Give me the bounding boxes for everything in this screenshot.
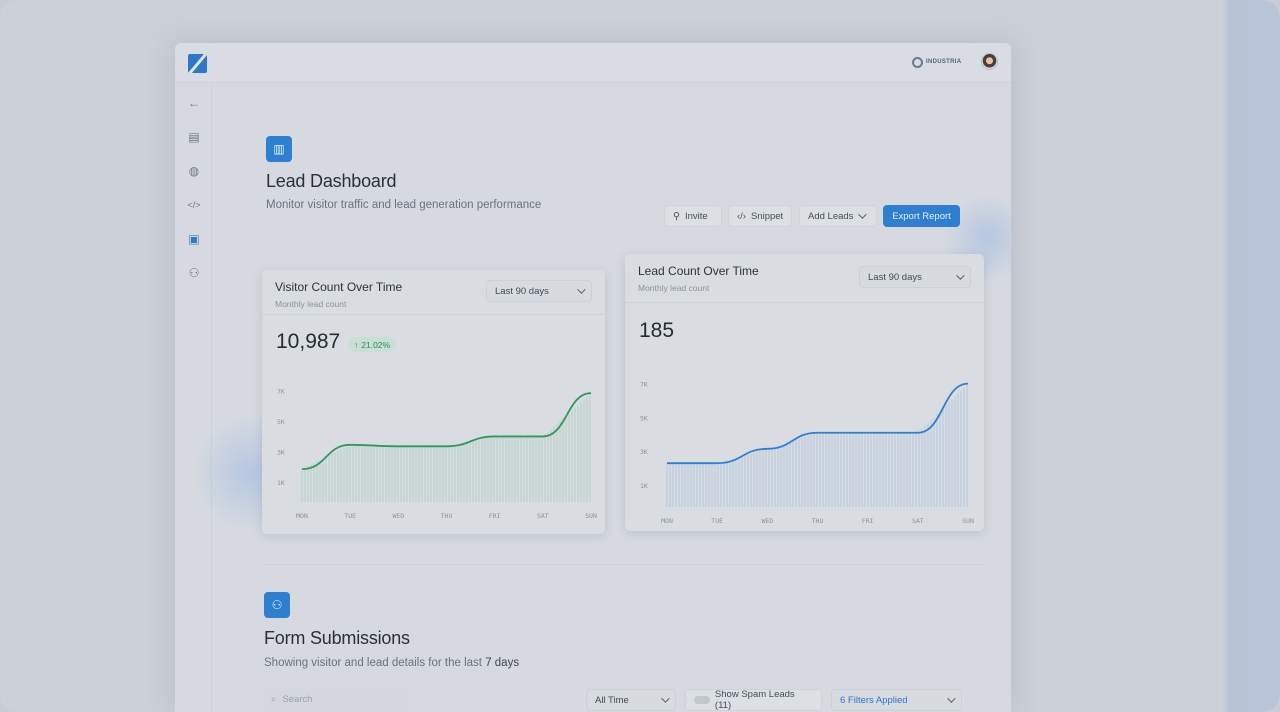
change-value: 21.02% (361, 339, 391, 350)
dashboard-icon: ▥ (266, 136, 292, 162)
time-filter-value: All Time (595, 694, 629, 706)
filters-select[interactable]: 6 Filters Applied (831, 689, 962, 711)
arrow-up-icon: ↑ (354, 339, 359, 350)
x-tick-label: SAT (912, 517, 924, 525)
brand-logo: INDUSTRIA (912, 55, 961, 69)
x-tick-label: THU (812, 517, 824, 525)
add-user-icon: ⚇ (264, 592, 290, 618)
visitor-total: 10,987 (276, 330, 341, 353)
x-tick-label: TUE (344, 512, 356, 520)
visitor-chart: 7K 5K 3K 1K MON TUE WED THU FRI SAT SUN (277, 388, 597, 520)
brand-mark-icon (912, 56, 923, 68)
brand-name: INDUSTRIA (926, 59, 962, 65)
x-tick-label: SUN (585, 512, 597, 520)
x-tick-label: MON (661, 517, 673, 525)
screen-backdrop: INDUSTRIA ← ▤ ◍ </> ▣ ⚇ ▥ Lead Dashboard… (0, 0, 1280, 712)
range-select[interactable]: Last 90 days (486, 280, 592, 302)
page-title: Lead Dashboard (266, 171, 397, 191)
x-tick-label: TUE (711, 517, 723, 525)
x-tick-label: WED (761, 517, 773, 525)
export-report-button[interactable]: Export Report (883, 205, 960, 227)
chevron-down-icon (858, 210, 868, 219)
add-leads-button[interactable]: Add Leads (799, 205, 877, 227)
forms-subtitle-period: 7 days (485, 657, 520, 669)
chevron-down-icon (956, 271, 965, 280)
table-icon[interactable]: ▤ (187, 130, 201, 144)
search-input[interactable]: ⌕ Search (264, 687, 408, 711)
range-value: Last 90 days (868, 271, 922, 283)
x-tick-label: FRI (862, 517, 874, 525)
presentation-icon[interactable]: ▣ (187, 232, 201, 246)
y-tick-label: 3K (640, 448, 648, 456)
search-icon: ⌕ (271, 693, 277, 705)
code-icon: ‹/› (737, 210, 746, 222)
main-content: ▥ Lead Dashboard Monitor visitor traffic… (192, 83, 1011, 712)
card-subtitle: Monthly lead count (638, 283, 710, 293)
y-tick-label: 1K (640, 482, 648, 490)
top-bar: INDUSTRIA (175, 43, 1011, 83)
x-tick-label: WED (392, 512, 404, 520)
x-tick-label: FRI (489, 512, 501, 520)
y-tick-label: 7K (277, 388, 285, 396)
app-window: INDUSTRIA ← ▤ ◍ </> ▣ ⚇ ▥ Lead Dashboard… (175, 43, 1011, 712)
y-tick-label: 3K (277, 448, 285, 456)
lead-count-card: Lead Count Over Time Monthly lead count … (625, 254, 984, 531)
y-tick-label: 7K (640, 380, 648, 388)
range-select[interactable]: Last 90 days (859, 266, 971, 288)
add-leads-label: Add Leads (808, 210, 854, 222)
back-icon[interactable]: ← (187, 96, 201, 110)
range-value: Last 90 days (495, 285, 549, 297)
change-badge: ↑ 21.02% (348, 337, 397, 352)
avatar[interactable] (981, 53, 998, 70)
divider (262, 314, 605, 315)
forms-subtitle: Showing visitor and lead details for the… (264, 657, 519, 669)
lead-chart: 7K 5K 3K 1K MON TUE WED THU FRI SAT SUN (640, 380, 974, 525)
invite-label: Invite (684, 210, 708, 222)
invite-button[interactable]: ⚲ Invite (664, 205, 722, 227)
x-tick-label: THU (441, 512, 453, 520)
y-tick-label: 5K (640, 414, 648, 422)
divider (625, 302, 984, 303)
forms-title: Form Submissions (264, 628, 410, 648)
chevron-down-icon (947, 694, 956, 703)
chevron-down-icon (661, 694, 670, 703)
card-subtitle: Monthly lead count (275, 299, 347, 309)
card-title: Visitor Count Over Time (275, 280, 403, 294)
show-spam-toggle[interactable]: Show Spam Leads (11) (685, 689, 822, 711)
y-tick-label: 1K (277, 479, 285, 487)
code-icon[interactable]: </> (187, 198, 201, 212)
sidebar: ← ▤ ◍ </> ▣ ⚇ (175, 83, 212, 712)
lead-total: 185 (639, 319, 675, 342)
series-line (667, 382, 969, 465)
x-tick-label: MON (296, 512, 308, 520)
card-title: Lead Count Over Time (638, 264, 759, 278)
app-logo[interactable] (188, 54, 207, 73)
section-divider (264, 564, 984, 565)
spam-label: Show Spam Leads (11) (714, 689, 795, 711)
time-filter-select[interactable]: All Time (586, 689, 676, 711)
filters-label: 6 Filters Applied (840, 694, 908, 706)
visitor-count-card: Visitor Count Over Time Monthly lead cou… (262, 270, 605, 534)
users-icon[interactable]: ⚇ (187, 266, 201, 280)
snippet-label: Snippet (750, 210, 784, 222)
forms-subtitle-text: Showing visitor and lead details for the… (264, 657, 482, 669)
x-tick-label: SUN (962, 517, 974, 525)
chevron-down-icon (577, 285, 586, 294)
add-user-icon: ⚲ (673, 210, 680, 222)
export-label: Export Report (892, 210, 951, 222)
y-tick-label: 5K (277, 418, 285, 426)
toggle-switch[interactable] (694, 696, 710, 704)
search-placeholder: Search (282, 693, 313, 705)
globe-icon[interactable]: ◍ (187, 164, 201, 178)
snippet-button[interactable]: ‹/› Snippet (728, 205, 792, 227)
page-subtitle: Monitor visitor traffic and lead generat… (266, 199, 542, 211)
x-tick-label: SAT (537, 512, 549, 520)
